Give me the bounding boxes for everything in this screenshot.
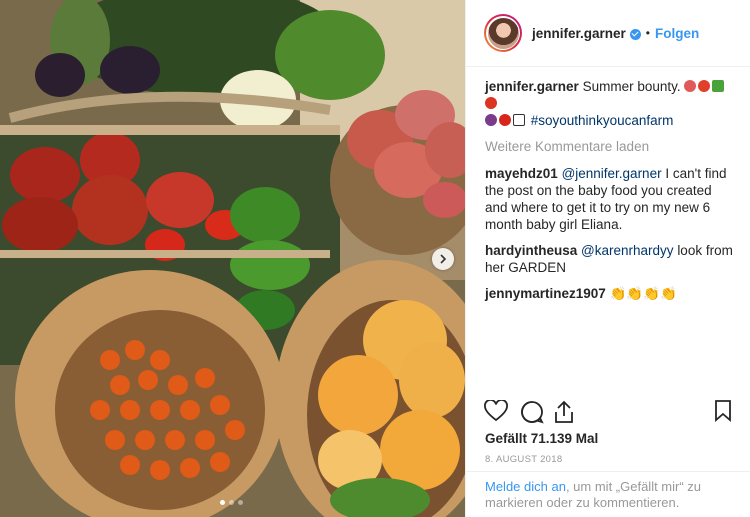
pepper-emoji-icon [485,97,497,109]
carousel-dot-active [220,500,225,505]
apple-emoji-icon [499,114,511,126]
verified-badge-icon [629,28,641,40]
login-prompt: Melde dich an, um mit „Gefällt mir“ zu m… [485,479,735,511]
avatar-image [487,17,519,49]
header-separator: • [645,26,650,40]
instagram-post: jennifer.garner • Folgen jennifer.garner… [0,0,750,517]
comment-mention[interactable]: @karenrhardyy [581,243,674,258]
caption-username[interactable]: jennifer.garner [485,79,579,94]
chevron-right-icon [440,254,447,264]
comment-username[interactable]: hardyintheusa [485,243,577,258]
comment-username[interactable]: mayehdz01 [485,166,558,181]
bookmark-icon[interactable] [714,400,732,422]
action-bar [484,400,734,426]
comment-username[interactable]: jennymartinez1907 [485,286,606,301]
load-more-comments-button[interactable]: Weitere Kommentare laden [485,138,735,155]
caption-hashtag[interactable]: #soyouthinkyoucanfarm [531,113,674,128]
follow-button[interactable]: Folgen [655,26,699,41]
post-date: 8. AUGUST 2018 [485,454,563,465]
comment: hardyintheusa @karenrhardyy look from he… [485,242,735,276]
gift-emoji-icon [513,114,525,126]
comment: mayehdz01 @jennifer.garner I can't find … [485,165,735,233]
divider [465,471,750,472]
carousel-indicator [220,500,243,505]
login-link[interactable]: Melde dich an [485,479,566,494]
comment-mention[interactable]: @jennifer.garner [562,166,662,181]
caption-text: Summer bounty. [582,79,681,94]
produce-baskets-image [0,0,465,517]
likes-count[interactable]: Gefällt 71.139 Mal [485,431,598,446]
heart-icon[interactable] [484,400,508,422]
comments-section: jennifer.garner Summer bounty. #soyouthi… [485,78,735,311]
carousel-next-button[interactable] [432,248,454,270]
caption: jennifer.garner Summer bounty. #soyouthi… [485,78,735,129]
tomato-emoji-icon [698,80,711,92]
avatar[interactable] [484,14,522,52]
header-username[interactable]: jennifer.garner [532,26,626,41]
post-photo[interactable] [0,0,465,517]
share-icon[interactable] [553,400,575,424]
carousel-dot [238,500,243,505]
post-header: jennifer.garner • Folgen [466,0,750,67]
comment-icon[interactable] [520,400,544,424]
seedling-emoji-icon [712,80,725,92]
carousel-dot [229,500,234,505]
comment-text: 👏👏👏👏 [609,286,677,301]
comment: jennymartinez1907 👏👏👏👏 [485,285,735,302]
peach-emoji-icon [684,80,697,92]
eggplant-emoji-icon [485,114,497,126]
